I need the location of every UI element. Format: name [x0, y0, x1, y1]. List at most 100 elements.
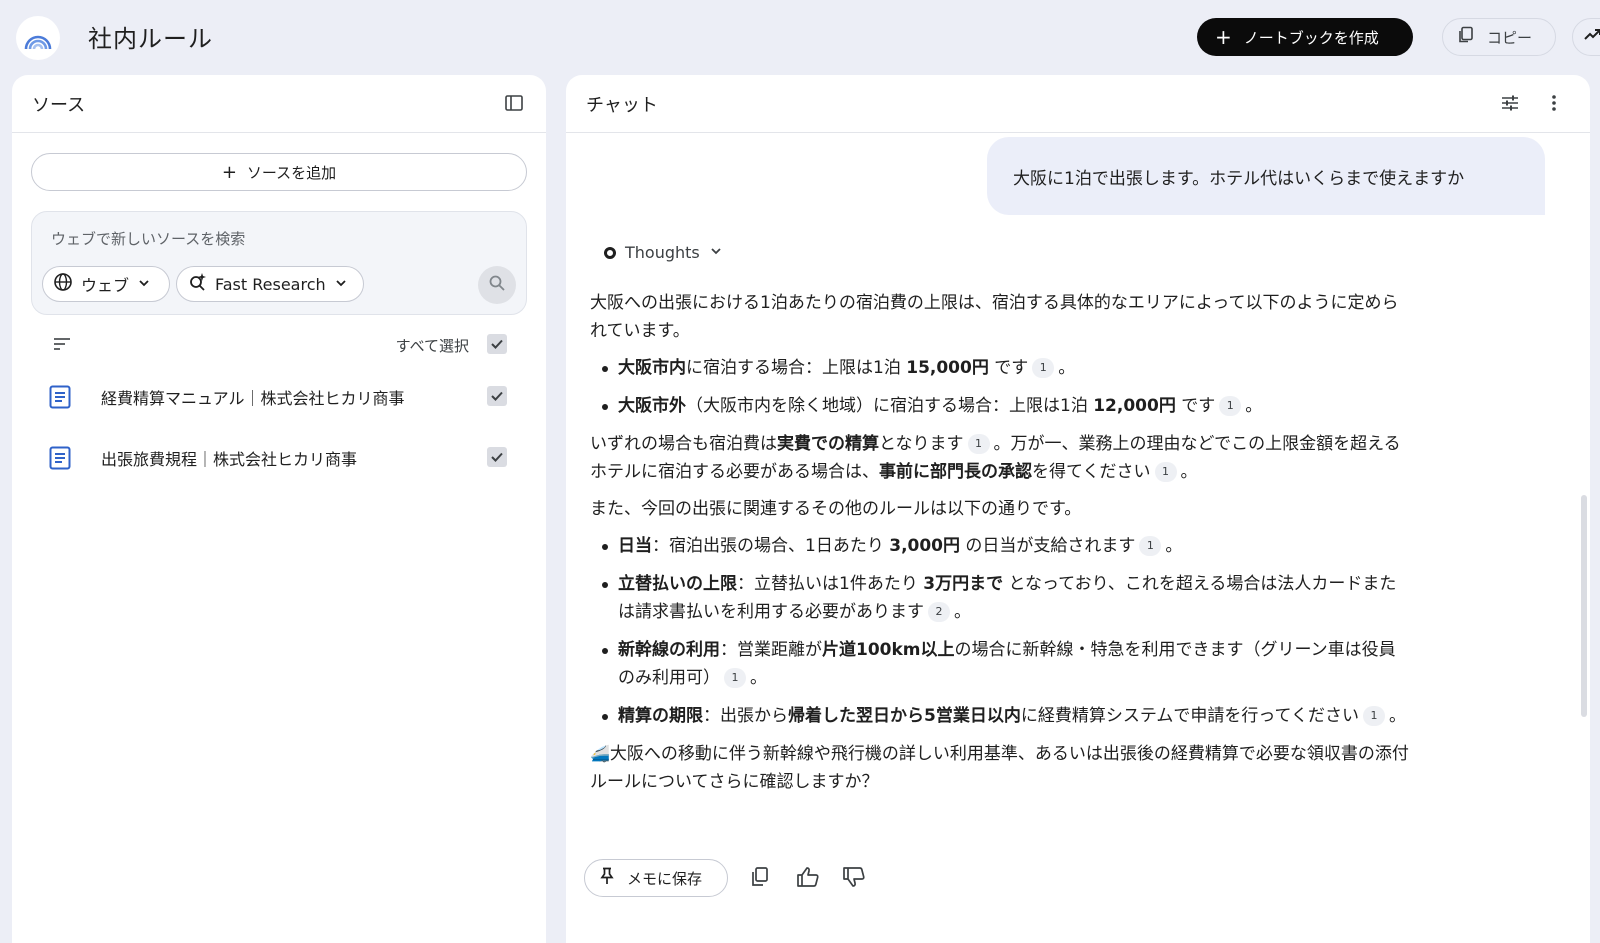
citation-chip[interactable]: 1 — [1139, 536, 1162, 556]
document-icon — [49, 446, 71, 474]
list-item: 立替払いの上限：立替払いは1件あたり 3万円まで となっており、これを超える場合… — [590, 570, 1410, 626]
thoughts-toggle[interactable]: Thoughts — [604, 243, 723, 262]
answer-paragraph: また、今回の出張に関連するその他のルールは以下の通りです。 — [590, 499, 1082, 519]
answer-text: ：出張から — [703, 706, 788, 726]
answer-closing: 🚄大阪への移動に伴う新幹線や飛行機の詳しい利用基準、あるいは出張後の経費精算で必… — [590, 740, 1410, 796]
save-to-note-label: メモに保存 — [627, 869, 703, 888]
answer-text: の日当が支給されます — [960, 536, 1136, 556]
bold-text: 帰着した翌日から5営業日以内 — [788, 706, 1021, 726]
citation-chip[interactable]: 1 — [724, 668, 746, 688]
punctuation: 。 — [1058, 358, 1076, 378]
assistant-answer: 大阪への出張における1泊あたりの宿泊費の上限は、宿泊する具体的なエリアによって以… — [590, 289, 1410, 805]
answer-text: を得てください — [1032, 462, 1151, 482]
add-source-button[interactable]: + ソースを追加 — [31, 153, 527, 191]
tune-settings-icon[interactable] — [1500, 93, 1520, 117]
source-checkbox[interactable] — [487, 447, 507, 467]
bold-text: 新幹線の利用 — [618, 640, 720, 660]
thumbs-down-icon[interactable] — [842, 866, 866, 892]
answer-text: ：営業距離が — [720, 640, 822, 660]
bold-text: 事前に部門長の承認 — [879, 462, 1032, 482]
bold-amount: 12,000円 — [1093, 396, 1176, 416]
copy-icon — [1457, 26, 1475, 48]
list-item: 精算の期限：出張から帰着した翌日から5営業日以内に経費精算システムで申請を行って… — [590, 702, 1410, 730]
answer-text: ：立替払いは1件あたり — [737, 574, 924, 594]
web-source-search: ウェブで新しいソースを検索 ウェブ Fast Research — [31, 211, 527, 315]
citation-chip[interactable]: 1 — [1362, 706, 1385, 726]
bold-text: 片道100km以上 — [822, 640, 955, 660]
other-rules-list: 日当：宿泊出張の場合、1日あたり 3,000円 の日当が支給されます 1。 立替払… — [590, 532, 1410, 730]
create-notebook-button[interactable]: + ノートブックを作成 — [1197, 18, 1413, 56]
answer-paragraph: いずれの場合も宿泊費は実費での精算となります 1 。万が一、業務上の理由などでこの上… — [590, 430, 1410, 486]
sources-panel-header: ソース — [12, 75, 546, 133]
search-icon — [488, 274, 506, 296]
notebook-title[interactable]: 社内ルール — [88, 19, 213, 54]
web-source-dropdown[interactable]: ウェブ — [42, 266, 170, 302]
citation-chip[interactable]: 1 — [1219, 396, 1242, 416]
bold-text: 大阪市内 — [618, 358, 686, 378]
bold-amount: 15,000円 — [906, 358, 989, 378]
chat-panel: チャット 大阪に1泊で出張します。ホテル代はいくらまで使えますか Thought… — [566, 75, 1590, 943]
chat-panel-header: チャット — [566, 75, 1590, 133]
chevron-down-icon — [334, 275, 348, 294]
analytics-button[interactable] — [1572, 18, 1600, 56]
punctuation: 。 — [1388, 706, 1406, 726]
answer-text: いずれの場合も宿泊費は — [590, 434, 777, 454]
bold-text: 精算の期限 — [618, 706, 703, 726]
search-input[interactable]: ウェブで新しいソースを検索 — [51, 228, 245, 249]
punctuation: 。 — [1245, 396, 1263, 416]
answer-text: です — [988, 358, 1029, 378]
pin-icon — [599, 867, 615, 889]
save-to-note-button[interactable]: メモに保存 — [584, 859, 728, 897]
chat-scrollbar[interactable] — [1581, 495, 1587, 717]
answer-text: に経費精算システムで申請を行ってください — [1020, 706, 1359, 726]
research-mode-dropdown[interactable]: Fast Research — [176, 266, 364, 302]
train-emoji-icon: 🚄 — [590, 744, 610, 763]
copy-icon[interactable] — [750, 866, 770, 892]
thumbs-up-icon[interactable] — [796, 866, 820, 892]
source-item[interactable]: 出張旅費規程｜株式会社ヒカリ商事 — [31, 432, 527, 482]
globe-icon — [53, 272, 73, 296]
citation-chip[interactable]: 2 — [928, 602, 950, 622]
list-item: 日当：宿泊出張の場合、1日あたり 3,000円 の日当が支給されます 1。 — [590, 532, 1410, 560]
add-source-label: ソースを追加 — [246, 163, 337, 182]
sources-panel: ソース + ソースを追加 ウェブで新しいソースを検索 ウェブ Fast Rese… — [12, 75, 546, 943]
sources-panel-title: ソース — [32, 94, 86, 116]
answer-text: （大阪市内を除く地域）に宿泊する場合：上限は1泊 — [686, 396, 1094, 416]
punctuation: 。 — [1180, 462, 1198, 482]
source-item[interactable]: 経費精算マニュアル｜株式会社ヒカリ商事 — [31, 371, 527, 421]
chevron-down-icon — [137, 275, 151, 294]
citation-chip[interactable]: 1 — [1154, 462, 1177, 482]
answer-text: です — [1175, 396, 1216, 416]
bold-text: 実費での精算 — [777, 434, 879, 454]
plus-icon: + — [1215, 25, 1232, 49]
answer-text: となります — [879, 434, 964, 454]
top-bar: 社内ルール + ノートブックを作成 コピー — [0, 0, 1600, 75]
punctuation: 。 — [750, 668, 767, 688]
answer-text: に宿泊する場合：上限は1泊 — [686, 358, 907, 378]
create-notebook-label: ノートブックを作成 — [1243, 28, 1379, 47]
collapse-panel-icon[interactable] — [504, 93, 524, 117]
bold-text: 大阪市外 — [618, 396, 686, 416]
trending-icon — [1583, 25, 1600, 49]
source-checkbox[interactable] — [487, 386, 507, 406]
bold-amount: 3万円まで — [923, 574, 1004, 594]
copy-button[interactable]: コピー — [1442, 18, 1556, 56]
list-item: 新幹線の利用：営業距離が片道100km以上の場合に新幹線・特急を利用できます（グ… — [590, 636, 1410, 692]
filter-icon[interactable] — [53, 336, 71, 355]
citation-chip[interactable]: 1 — [967, 434, 990, 454]
chat-panel-title: チャット — [586, 94, 658, 116]
hotel-limit-list: 大阪市内に宿泊する場合：上限は1泊 15,000円 です 1。 大阪市外（大阪市内… — [590, 354, 1410, 420]
more-vert-icon[interactable] — [1550, 93, 1558, 117]
document-icon — [49, 385, 71, 413]
research-chip-label: Fast Research — [215, 274, 326, 294]
web-chip-label: ウェブ — [81, 276, 130, 295]
app-logo-icon[interactable] — [16, 16, 60, 60]
punctuation: 。 — [1165, 536, 1183, 556]
select-all-checkbox[interactable] — [487, 334, 507, 354]
citation-chip[interactable]: 1 — [1032, 358, 1055, 378]
sparkle-search-icon — [187, 272, 207, 296]
thoughts-label: Thoughts — [625, 243, 700, 262]
answer-text: 大阪への移動に伴う新幹線や飛行機の詳しい利用基準、あるいは出張後の経費精算で必要… — [590, 744, 1409, 792]
search-submit-button[interactable] — [478, 266, 516, 304]
list-item: 大阪市外（大阪市内を除く地域）に宿泊する場合：上限は1泊 12,000円 です 1… — [590, 392, 1410, 420]
